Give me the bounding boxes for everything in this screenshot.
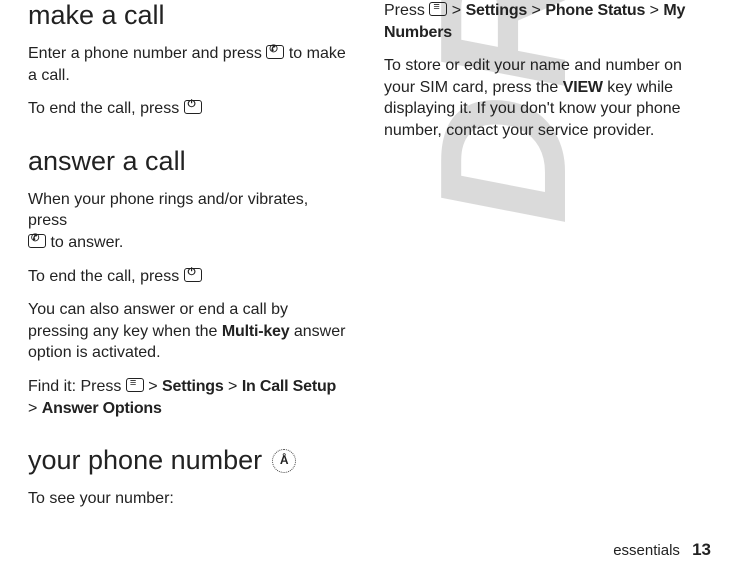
right-column: Press > Settings > Phone Status > My Num… — [384, 0, 704, 522]
end-key-icon — [184, 268, 202, 282]
left-column: make a call Enter a phone number and pre… — [28, 0, 348, 522]
page-footer: essentials 13 — [613, 540, 711, 560]
footer-section: essentials — [613, 542, 680, 559]
menu-key-icon — [126, 378, 144, 392]
para-find-it: Find it: Press > Settings > In Call Setu… — [28, 376, 348, 419]
heading-your-phone-number: your phone number — [28, 445, 262, 476]
footer-page-number: 13 — [692, 540, 711, 559]
para-make-1: Enter a phone number and press to make a… — [28, 43, 348, 86]
para-answer-3: You can also answer or end a call by pre… — [28, 299, 348, 364]
page-content: make a call Enter a phone number and pre… — [0, 0, 733, 522]
para-right-2: To store or edit your name and number on… — [384, 55, 704, 141]
heading-make-a-call: make a call — [28, 0, 348, 31]
view-key-label: VIEW — [563, 79, 603, 96]
multikey-label: Multi-key — [222, 323, 290, 340]
para-right-1: Press > Settings > Phone Status > My Num… — [384, 0, 704, 43]
para-make-2: To end the call, press — [28, 98, 348, 120]
para-answer-2: To end the call, press — [28, 266, 348, 288]
end-key-icon — [184, 100, 202, 114]
menu-key-icon — [429, 2, 447, 16]
feature-a-icon: Å — [272, 449, 296, 473]
para-answer-1: When your phone rings and/or vibrates, p… — [28, 189, 348, 254]
send-key-icon — [28, 234, 46, 248]
send-key-icon — [266, 45, 284, 59]
heading-answer-a-call: answer a call — [28, 146, 348, 177]
para-number-1: To see your number: — [28, 488, 348, 510]
